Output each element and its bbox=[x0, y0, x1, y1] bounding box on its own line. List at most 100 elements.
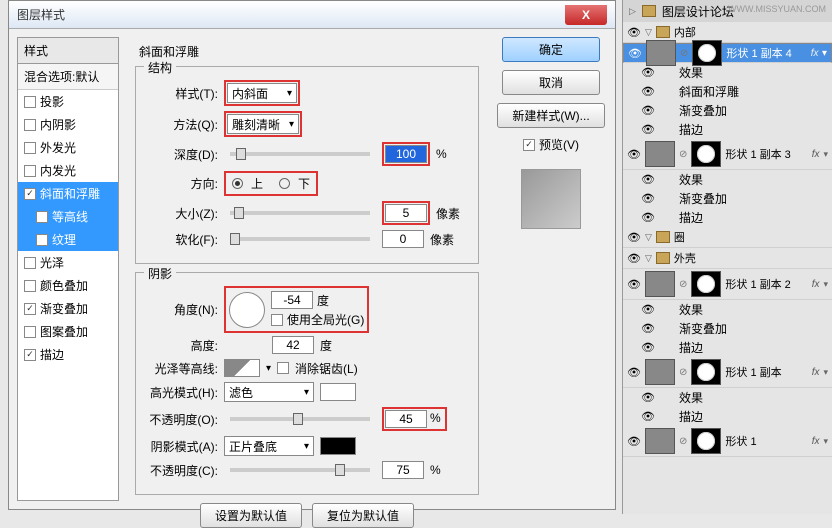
visibility-icon[interactable]: 👁 bbox=[627, 366, 641, 379]
shadow-color[interactable] bbox=[320, 437, 356, 455]
dir-down-radio[interactable] bbox=[279, 178, 290, 189]
style-checkbox[interactable] bbox=[24, 349, 36, 361]
layer-row[interactable]: 👁⊘形状 1 副本 4fx▾ bbox=[623, 43, 832, 63]
chevron-icon[interactable]: ▾ bbox=[823, 436, 828, 447]
style-checkbox[interactable] bbox=[24, 257, 36, 269]
effect-row[interactable]: 👁描边 bbox=[623, 208, 832, 227]
visibility-icon[interactable]: 👁 bbox=[627, 252, 641, 265]
style-checkbox[interactable] bbox=[24, 96, 36, 108]
visibility-icon[interactable]: 👁 bbox=[641, 391, 655, 404]
layer-row[interactable]: 👁⊘形状 1fx▾ bbox=[623, 426, 832, 457]
reset-default-button[interactable]: 复位为默认值 bbox=[312, 503, 414, 528]
effect-row[interactable]: 👁效果 bbox=[623, 170, 832, 189]
set-default-button[interactable]: 设置为默认值 bbox=[200, 503, 302, 528]
style-item[interactable]: 外发光 bbox=[18, 136, 118, 159]
effect-row[interactable]: 👁描边 bbox=[623, 120, 832, 139]
gloss-contour[interactable] bbox=[224, 359, 260, 377]
style-item[interactable]: 光泽 bbox=[18, 251, 118, 274]
new-style-button[interactable]: 新建样式(W)... bbox=[497, 103, 604, 128]
size-slider[interactable] bbox=[230, 211, 370, 215]
layer-group[interactable]: 👁▽圈 bbox=[623, 227, 832, 248]
effect-row[interactable]: 👁效果 bbox=[623, 300, 832, 319]
style-select[interactable]: 内斜面 bbox=[227, 83, 297, 103]
style-checkbox[interactable] bbox=[24, 142, 36, 154]
layer-row[interactable]: 👁⊘形状 1 副本 2fx▾ bbox=[623, 269, 832, 300]
style-item[interactable]: 内阴影 bbox=[18, 113, 118, 136]
blend-options[interactable]: 混合选项:默认 bbox=[18, 64, 118, 90]
visibility-icon[interactable]: 👁 bbox=[641, 85, 655, 98]
layer-group[interactable]: 👁▽外壳 bbox=[623, 248, 832, 269]
visibility-icon[interactable]: 👁 bbox=[627, 278, 641, 291]
style-checkbox[interactable] bbox=[24, 165, 36, 177]
style-item[interactable]: 纹理 bbox=[18, 228, 118, 251]
close-button[interactable]: X bbox=[565, 5, 607, 25]
visibility-icon[interactable]: 👁 bbox=[641, 410, 655, 423]
titlebar[interactable]: 图层样式 X bbox=[9, 1, 615, 29]
chevron-icon[interactable]: ▾ bbox=[823, 367, 828, 378]
depth-slider[interactable] bbox=[230, 152, 370, 156]
visibility-icon[interactable]: 👁 bbox=[627, 435, 641, 448]
visibility-icon[interactable]: 👁 bbox=[641, 192, 655, 205]
dir-up-radio[interactable] bbox=[232, 178, 243, 189]
shadow-mode-select[interactable]: 正片叠底 bbox=[224, 436, 314, 456]
layer-row[interactable]: 👁⊘形状 1 副本 3fx▾ bbox=[623, 139, 832, 170]
global-light-checkbox[interactable] bbox=[271, 314, 283, 326]
effect-row[interactable]: 👁效果 bbox=[623, 388, 832, 407]
altitude-input[interactable]: 42 bbox=[272, 336, 314, 354]
style-checkbox[interactable] bbox=[24, 303, 36, 315]
chevron-icon[interactable]: ▾ bbox=[823, 279, 828, 290]
visibility-icon[interactable]: 👁 bbox=[627, 148, 641, 161]
visibility-icon[interactable]: 👁 bbox=[641, 123, 655, 136]
shadow-opacity-slider[interactable] bbox=[230, 468, 370, 472]
visibility-icon[interactable]: 👁 bbox=[641, 66, 655, 79]
angle-input[interactable]: -54 bbox=[271, 291, 313, 309]
highlight-opacity-input[interactable]: 45 bbox=[385, 410, 427, 428]
chevron-icon[interactable]: ▾ bbox=[822, 48, 827, 59]
style-item[interactable]: 图案叠加 bbox=[18, 320, 118, 343]
highlight-color[interactable] bbox=[320, 383, 356, 401]
style-item[interactable]: 投影 bbox=[18, 90, 118, 113]
antialias-checkbox[interactable] bbox=[277, 362, 289, 374]
chevron-icon[interactable]: ▾ bbox=[823, 149, 828, 160]
shadow-opacity-input[interactable]: 75 bbox=[382, 461, 424, 479]
visibility-icon[interactable]: 👁 bbox=[641, 173, 655, 186]
angle-dial[interactable] bbox=[229, 292, 265, 328]
style-checkbox[interactable] bbox=[24, 119, 36, 131]
visibility-icon[interactable]: 👁 bbox=[628, 47, 642, 60]
style-item[interactable]: 等高线 bbox=[18, 205, 118, 228]
visibility-icon[interactable]: 👁 bbox=[641, 303, 655, 316]
visibility-icon[interactable]: 👁 bbox=[627, 231, 641, 244]
style-item[interactable]: 内发光 bbox=[18, 159, 118, 182]
depth-input[interactable]: 100 bbox=[385, 145, 427, 163]
method-select[interactable]: 雕刻清晰 bbox=[227, 114, 299, 134]
style-item[interactable]: 斜面和浮雕 bbox=[18, 182, 118, 205]
cancel-button[interactable]: 取消 bbox=[502, 70, 600, 95]
effect-row[interactable]: 👁描边 bbox=[623, 338, 832, 357]
style-checkbox[interactable] bbox=[24, 326, 36, 338]
style-item[interactable]: 描边 bbox=[18, 343, 118, 366]
style-checkbox[interactable] bbox=[24, 280, 36, 292]
soften-slider[interactable] bbox=[230, 237, 370, 241]
visibility-icon[interactable]: 👁 bbox=[641, 104, 655, 117]
effect-row[interactable]: 👁渐变叠加 bbox=[623, 319, 832, 338]
effect-row[interactable]: 👁斜面和浮雕 bbox=[623, 82, 832, 101]
preview-checkbox[interactable] bbox=[523, 139, 535, 151]
effect-row[interactable]: 👁渐变叠加 bbox=[623, 189, 832, 208]
visibility-icon[interactable]: 👁 bbox=[641, 211, 655, 224]
visibility-icon[interactable]: 👁 bbox=[627, 26, 641, 39]
highlight-opacity-slider[interactable] bbox=[230, 417, 370, 421]
visibility-icon[interactable]: 👁 bbox=[641, 322, 655, 335]
layer-row[interactable]: 👁⊘形状 1 副本fx▾ bbox=[623, 357, 832, 388]
style-checkbox[interactable] bbox=[36, 234, 48, 246]
visibility-icon[interactable]: 👁 bbox=[641, 341, 655, 354]
style-item[interactable]: 颜色叠加 bbox=[18, 274, 118, 297]
highlight-mode-select[interactable]: 滤色 bbox=[224, 382, 314, 402]
effect-row[interactable]: 👁渐变叠加 bbox=[623, 101, 832, 120]
ok-button[interactable]: 确定 bbox=[502, 37, 600, 62]
soften-input[interactable]: 0 bbox=[382, 230, 424, 248]
style-item[interactable]: 渐变叠加 bbox=[18, 297, 118, 320]
effect-row[interactable]: 👁描边 bbox=[623, 407, 832, 426]
style-checkbox[interactable] bbox=[36, 211, 48, 223]
style-checkbox[interactable] bbox=[24, 188, 36, 200]
size-input[interactable]: 5 bbox=[385, 204, 427, 222]
